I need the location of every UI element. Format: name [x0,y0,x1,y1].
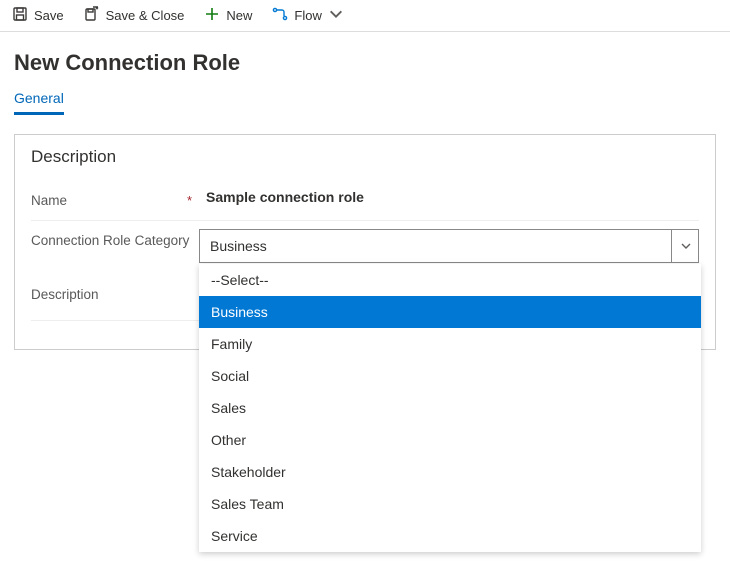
plus-icon [204,6,220,25]
flow-button[interactable]: Flow [272,6,343,25]
description-label: Description [31,287,99,302]
option-sales[interactable]: Sales [199,392,701,424]
name-row: Name * Sample connection role [31,181,699,221]
category-dropdown: --Select-- Business Family Social Sales … [199,264,701,552]
page-title: New Connection Role [0,32,730,84]
option-family[interactable]: Family [199,328,701,360]
option-sales-team[interactable]: Sales Team [199,488,701,520]
option-stakeholder[interactable]: Stakeholder [199,456,701,488]
save-button[interactable]: Save [12,6,64,25]
option-social[interactable]: Social [199,360,701,392]
section-title: Description [31,147,699,167]
save-icon [12,6,28,25]
name-label: Name [31,193,67,208]
chevron-down-icon [671,229,692,263]
tab-strip: General [0,84,730,116]
new-button[interactable]: New [204,6,252,25]
required-indicator: * [187,193,192,208]
category-select[interactable]: Business --Select-- Business Family Soci… [199,229,699,263]
option-business[interactable]: Business [199,296,701,328]
chevron-down-icon [328,6,344,25]
category-label: Connection Role Category [31,233,189,248]
option-service[interactable]: Service [199,520,701,552]
category-row: Connection Role Category Business --Sele… [31,221,699,275]
new-label: New [226,8,252,23]
description-section: Description Name * Sample connection rol… [14,134,716,350]
option-select-placeholder[interactable]: --Select-- [199,264,701,296]
tab-general[interactable]: General [14,84,64,115]
option-other[interactable]: Other [199,424,701,456]
command-bar: Save Save & Close New Flow [0,0,730,32]
category-selected-value: Business [210,238,267,254]
flow-icon [272,6,288,25]
name-field[interactable]: Sample connection role [206,189,699,205]
save-close-button[interactable]: Save & Close [84,6,185,25]
flow-label: Flow [294,8,321,23]
save-close-label: Save & Close [106,8,185,23]
save-label: Save [34,8,64,23]
save-close-icon [84,6,100,25]
